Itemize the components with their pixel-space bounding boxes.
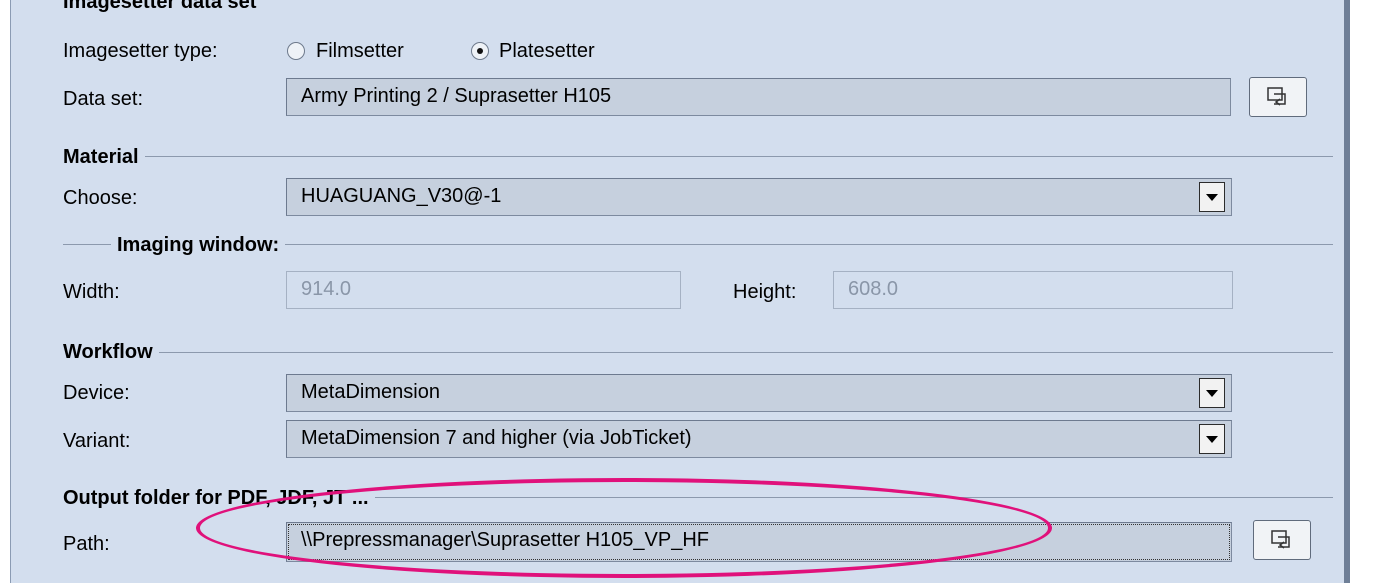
device-select[interactable]: MetaDimension	[286, 374, 1232, 412]
workflow-section-title: Workflow	[63, 340, 159, 364]
folder-browse-icon	[1271, 530, 1290, 549]
platesetter-radio[interactable]	[471, 42, 489, 60]
variant-label: Variant:	[63, 430, 131, 452]
height-label: Height:	[733, 281, 797, 303]
chevron-down-icon	[1206, 435, 1218, 443]
output-section-title: Output folder for PDF, JDF, JT ...	[63, 486, 375, 510]
material-dropdown-button[interactable]	[1199, 182, 1225, 212]
imagesetter-type-label: Imagesetter type:	[63, 40, 218, 62]
chevron-down-icon	[1206, 193, 1218, 201]
width-field[interactable]: 914.0	[286, 271, 681, 309]
variant-select[interactable]: MetaDimension 7 and higher (via JobTicke…	[286, 420, 1232, 458]
filmsetter-radio[interactable]	[287, 42, 305, 60]
dataset-field[interactable]: Army Printing 2 / Suprasetter H105	[286, 78, 1231, 116]
material-select[interactable]: HUAGUANG_V30@-1	[286, 178, 1232, 216]
folder-browse-icon	[1267, 87, 1286, 106]
imaging-window-section-title: Imaging window:	[111, 233, 286, 257]
imagesetter-section-title: Imagesetter data set	[63, 0, 263, 14]
height-field[interactable]: 608.0	[833, 271, 1233, 309]
device-label: Device:	[63, 382, 130, 404]
filmsetter-label[interactable]: Filmsetter	[316, 39, 404, 63]
panel-right-border	[1344, 0, 1350, 583]
device-dropdown-button[interactable]	[1199, 378, 1225, 408]
dataset-label: Data set:	[63, 88, 144, 110]
platesetter-label[interactable]: Platesetter	[499, 39, 595, 63]
choose-label: Choose:	[63, 187, 138, 209]
width-label: Width:	[63, 281, 120, 303]
path-label: Path:	[63, 533, 110, 555]
variant-dropdown-button[interactable]	[1199, 424, 1225, 454]
chevron-down-icon	[1206, 389, 1218, 397]
path-field[interactable]: \\Prepressmanager\Suprasetter H105_VP_HF	[286, 522, 1232, 562]
path-browse-button[interactable]	[1253, 520, 1311, 560]
dataset-browse-button[interactable]	[1249, 77, 1307, 117]
settings-panel: Imagesetter data set Imagesetter type: F…	[10, 0, 1344, 583]
material-section-title: Material	[63, 145, 145, 169]
